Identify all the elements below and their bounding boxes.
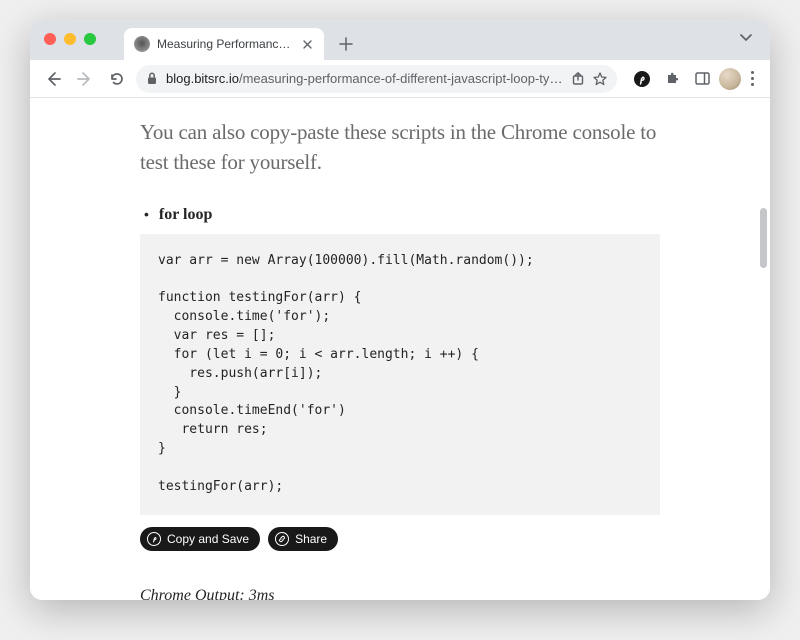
reload-button[interactable] bbox=[104, 66, 130, 92]
url-domain: blog.bitsrc.io bbox=[166, 71, 239, 86]
intro-paragraph: You can also copy-paste these scripts in… bbox=[140, 118, 660, 178]
address-bar[interactable]: blog.bitsrc.io/measuring-performance-of-… bbox=[136, 65, 617, 93]
code-block[interactable]: var arr = new Array(100000).fill(Math.ra… bbox=[140, 234, 660, 515]
link-icon bbox=[275, 532, 289, 546]
window-minimize-button[interactable] bbox=[64, 33, 76, 45]
url-path: /measuring-performance-of-different-java… bbox=[239, 71, 563, 86]
extension-pinterest-icon[interactable] bbox=[629, 66, 655, 92]
browser-toolbar: blog.bitsrc.io/measuring-performance-of-… bbox=[30, 60, 770, 98]
bullet-label: for loop bbox=[159, 206, 212, 224]
page-content[interactable]: You can also copy-paste these scripts in… bbox=[30, 98, 770, 600]
window-zoom-button[interactable] bbox=[84, 33, 96, 45]
toolbar-right-icons bbox=[629, 66, 760, 92]
share-page-icon[interactable] bbox=[571, 72, 585, 86]
bullet-icon: • bbox=[144, 206, 149, 222]
back-button[interactable] bbox=[40, 66, 66, 92]
tab-strip: Measuring Performance of Diff bbox=[30, 20, 770, 60]
tab-title: Measuring Performance of Diff bbox=[157, 37, 293, 51]
forward-button[interactable] bbox=[72, 66, 98, 92]
copy-and-save-button[interactable]: Copy and Save bbox=[140, 527, 260, 551]
copy-icon bbox=[147, 532, 161, 546]
bookmark-star-icon[interactable] bbox=[593, 72, 607, 86]
tab-favicon-icon bbox=[134, 36, 150, 52]
scrollbar-thumb[interactable] bbox=[760, 208, 767, 268]
url-text: blog.bitsrc.io/measuring-performance-of-… bbox=[166, 71, 563, 86]
profile-avatar[interactable] bbox=[719, 68, 741, 90]
side-panel-icon[interactable] bbox=[689, 66, 715, 92]
browser-menu-button[interactable] bbox=[745, 67, 760, 90]
share-button[interactable]: Share bbox=[268, 527, 338, 551]
extensions-puzzle-icon[interactable] bbox=[659, 66, 685, 92]
tab-list-dropdown-icon[interactable] bbox=[740, 34, 752, 42]
code-actions: Copy and Save Share bbox=[140, 527, 660, 551]
list-item: • for loop bbox=[140, 206, 660, 224]
output-results: Chrome Output: 3ms Firefox Output: 2ms bbox=[140, 583, 660, 600]
browser-window: Measuring Performance of Diff blog bbox=[30, 20, 770, 600]
tab-close-button[interactable] bbox=[300, 37, 314, 51]
lock-icon bbox=[146, 72, 158, 85]
article: You can also copy-paste these scripts in… bbox=[120, 98, 680, 600]
window-controls bbox=[44, 33, 96, 45]
copy-label: Copy and Save bbox=[167, 532, 249, 546]
window-close-button[interactable] bbox=[44, 33, 56, 45]
chrome-output: Chrome Output: 3ms bbox=[140, 583, 660, 600]
browser-tab[interactable]: Measuring Performance of Diff bbox=[124, 28, 324, 60]
new-tab-button[interactable] bbox=[332, 30, 360, 58]
share-label: Share bbox=[295, 532, 327, 546]
